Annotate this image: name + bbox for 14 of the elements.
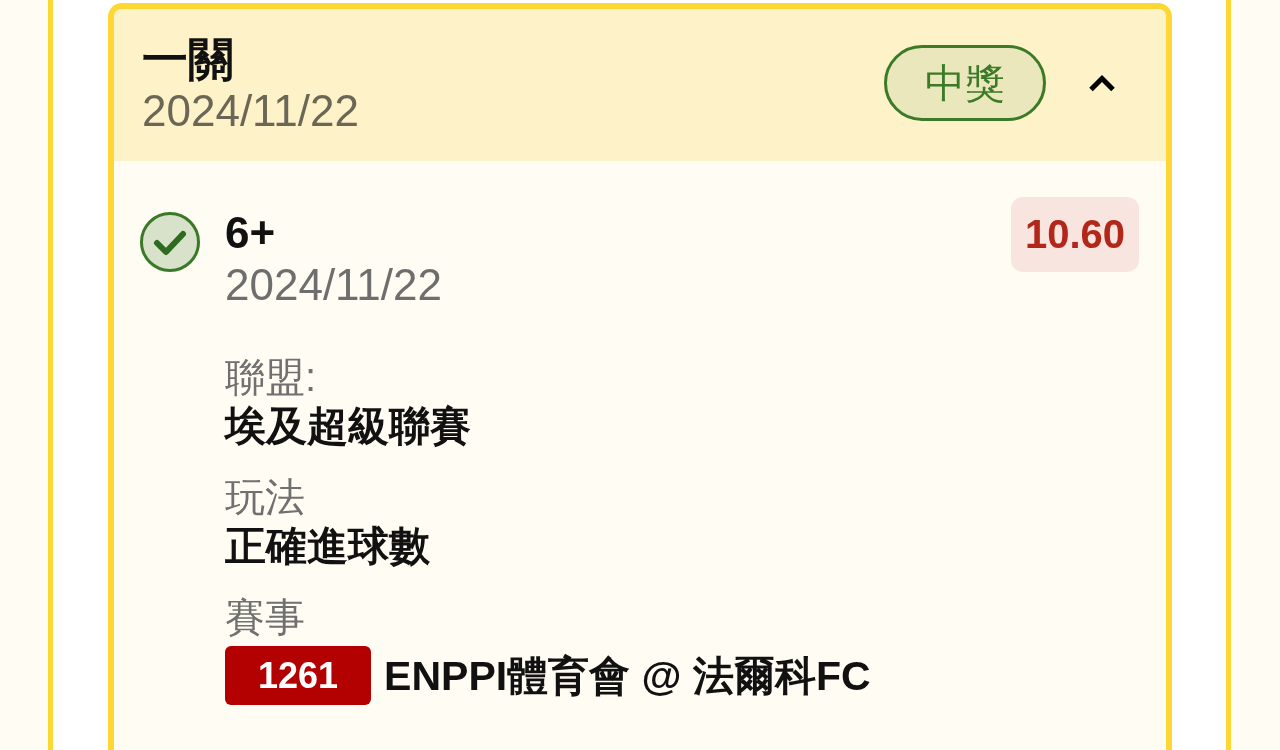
detail-label: 聯盟: — [225, 354, 318, 401]
detail-value: 埃及超級聯賽 — [225, 402, 472, 451]
card-title: 一關 — [142, 32, 235, 87]
odds-badge: 10.60 — [1010, 197, 1139, 272]
chevron-icon — [1088, 74, 1116, 92]
detail-value: 正確進球數 — [225, 522, 431, 571]
detail-label: 賽事 — [225, 594, 306, 641]
pick-date: 2024/11/22 — [225, 259, 443, 311]
match-teams: ENPPI體育會 @ 法爾科FC — [384, 651, 871, 701]
card-date: 2024/11/22 — [142, 87, 359, 135]
match-number-badge: 1261 — [225, 646, 372, 705]
pick-label: 6+ — [225, 207, 277, 259]
detail-label: 玩法 — [225, 474, 306, 521]
status-badge: 中獎 — [884, 45, 1046, 121]
